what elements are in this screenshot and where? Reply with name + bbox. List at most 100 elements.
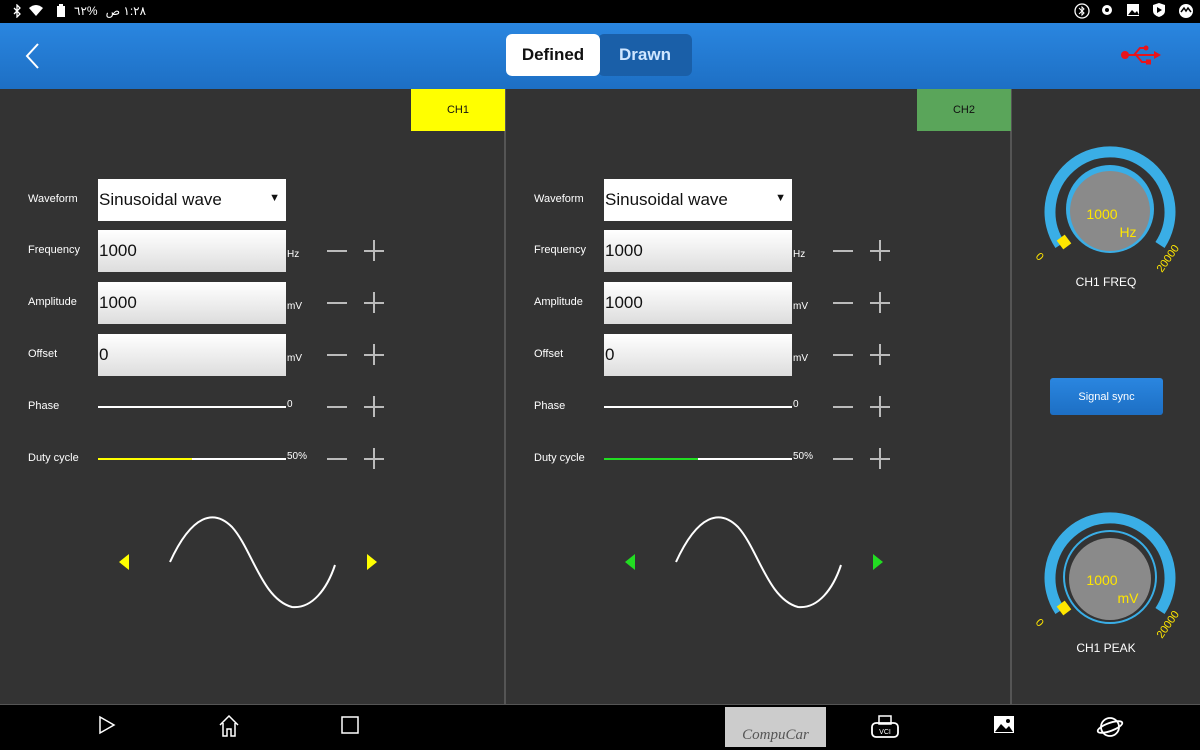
frequency-unit: Hz — [287, 249, 300, 260]
waveform-value: Sinusoidal wave — [99, 190, 222, 209]
back-triangle-icon[interactable] — [98, 715, 116, 740]
svg-text:VCI: VCI — [879, 729, 891, 736]
ch2-duty-slider[interactable] — [604, 458, 792, 460]
ch2-next-wave-button[interactable] — [873, 554, 883, 570]
ch2-frequency-input[interactable]: 1000 — [604, 230, 792, 272]
app-bar: Defined Drawn — [0, 23, 1200, 89]
duty-row: Duty cycle 50% — [0, 438, 506, 482]
ch1-phase-increment-button[interactable] — [364, 396, 386, 418]
ch2-offset-increment-button[interactable] — [870, 344, 892, 366]
ch1-offset-decrement-button[interactable] — [327, 344, 349, 366]
clock: ١:٢٨ ص — [105, 4, 147, 18]
ch1-freq-knob[interactable]: 1000 Hz 0 20000 — [1030, 145, 1190, 275]
ch2-duty-decrement-button[interactable] — [833, 448, 855, 470]
freq-knob-min: 0 — [1033, 251, 1046, 264]
amplitude-label: Amplitude — [534, 296, 583, 308]
ch1-waveform-select[interactable]: Sinusoidal wave ▼ — [98, 179, 286, 221]
phase-row: Phase 0 — [506, 386, 1012, 430]
ch2-offset-decrement-button[interactable] — [833, 344, 855, 366]
peak-knob-min: 0 — [1033, 617, 1046, 630]
ch2-phase-increment-button[interactable] — [870, 396, 892, 418]
offset-label: Offset — [534, 348, 564, 360]
phase-row: Phase 0 — [0, 386, 506, 430]
ch1-duty-slider[interactable] — [98, 458, 286, 460]
signal-sync-button[interactable]: Signal sync — [1050, 378, 1163, 415]
ch1-offset-input[interactable]: 0 — [98, 334, 286, 376]
mode-tabs: Defined Drawn — [506, 34, 692, 76]
offset-unit: mV — [287, 353, 302, 364]
frequency-label: Frequency — [28, 244, 80, 256]
dropdown-arrow-icon: ▼ — [775, 192, 786, 204]
tab-drawn[interactable]: Drawn — [598, 34, 692, 76]
ch1-frequency-increment-button[interactable] — [364, 240, 386, 262]
browser-icon[interactable] — [1096, 715, 1124, 744]
amplitude-row: Amplitude 1000 mV — [0, 282, 506, 326]
ch2-phase-decrement-button[interactable] — [833, 396, 855, 418]
ch1-duty-increment-button[interactable] — [364, 448, 386, 470]
peak-knob-max: 20000 — [1155, 609, 1182, 641]
phase-value: 0 — [793, 399, 799, 410]
ch1-phase-slider[interactable] — [98, 406, 286, 408]
peak-knob-label: CH1 PEAK — [1076, 641, 1136, 655]
frequency-label: Frequency — [534, 244, 586, 256]
recents-icon[interactable] — [340, 715, 360, 740]
duty-label: Duty cycle — [28, 452, 79, 464]
phase-label: Phase — [28, 400, 60, 412]
freq-knob-unit: Hz — [1119, 224, 1136, 240]
ch2-panel: CH2 Waveform Sinusoidal wave ▼ Frequency … — [506, 89, 1012, 704]
freq-knob-max: 20000 — [1155, 243, 1182, 275]
play-shield-icon — [1152, 3, 1166, 17]
ch2-prev-wave-button[interactable] — [625, 554, 635, 570]
ch2-frequency-increment-button[interactable] — [870, 240, 892, 262]
ch1-peak-knob[interactable]: 1000 mV 0 20000 — [1030, 511, 1190, 641]
ch2-amplitude-decrement-button[interactable] — [833, 292, 855, 314]
battery-percent: %٦٢ — [74, 4, 98, 18]
amplitude-row: Amplitude 1000 mV — [506, 282, 1012, 326]
ch1-prev-wave-button[interactable] — [119, 554, 129, 570]
ch2-frequency-decrement-button[interactable] — [833, 240, 855, 262]
ch2-waveform-select[interactable]: Sinusoidal wave ▼ — [604, 179, 792, 221]
ch1-tab[interactable]: CH1 — [411, 89, 505, 131]
ch1-phase-decrement-button[interactable] — [327, 396, 349, 418]
ch1-panel: CH1 Waveform Sinusoidal wave ▼ Frequency … — [0, 89, 506, 704]
frequency-row: Frequency 1000 Hz — [0, 230, 506, 274]
freq-knob-label: CH1 FREQ — [1075, 275, 1137, 289]
ch2-phase-slider[interactable] — [604, 406, 792, 408]
amplitude-label: Amplitude — [28, 296, 77, 308]
dropdown-arrow-icon: ▼ — [269, 192, 280, 204]
vci-icon[interactable]: VCI — [869, 715, 901, 744]
bluetooth-icon — [8, 3, 22, 19]
tab-defined[interactable]: Defined — [506, 34, 600, 76]
waveform-row: Waveform Sinusoidal wave ▼ — [506, 179, 1012, 223]
ch2-sine-wave-preview — [675, 516, 842, 609]
image-icon — [1126, 3, 1140, 17]
ch1-amplitude-decrement-button[interactable] — [327, 292, 349, 314]
ch1-amplitude-increment-button[interactable] — [364, 292, 386, 314]
ch1-frequency-input[interactable]: 1000 — [98, 230, 286, 272]
waveform-label: Waveform — [28, 193, 78, 205]
home-icon[interactable] — [218, 714, 240, 742]
ch2-amplitude-increment-button[interactable] — [870, 292, 892, 314]
ch1-sine-wave-preview — [169, 516, 336, 609]
ch1-amplitude-input[interactable]: 1000 — [98, 282, 286, 324]
offset-label: Offset — [28, 348, 58, 360]
ch1-offset-increment-button[interactable] — [364, 344, 386, 366]
ch2-offset-input[interactable]: 0 — [604, 334, 792, 376]
app-icon — [1178, 3, 1193, 18]
ch2-tab[interactable]: CH2 — [917, 89, 1011, 131]
battery-icon — [52, 4, 66, 18]
main-area: CH1 Waveform Sinusoidal wave ▼ Frequency … — [0, 89, 1200, 704]
frequency-unit: Hz — [793, 249, 806, 260]
shield-small-icon — [1100, 3, 1114, 17]
frequency-row: Frequency 1000 Hz — [506, 230, 1012, 274]
back-chevron-icon[interactable] — [22, 41, 46, 71]
ch2-amplitude-input[interactable]: 1000 — [604, 282, 792, 324]
ch1-next-wave-button[interactable] — [367, 554, 377, 570]
ch2-duty-increment-button[interactable] — [870, 448, 892, 470]
offset-unit: mV — [793, 353, 808, 364]
ch1-duty-decrement-button[interactable] — [327, 448, 349, 470]
gallery-icon[interactable] — [993, 715, 1015, 740]
offset-row: Offset 0 mV — [506, 334, 1012, 378]
bluetooth-circle-icon — [1074, 3, 1090, 19]
ch1-frequency-decrement-button[interactable] — [327, 240, 349, 262]
